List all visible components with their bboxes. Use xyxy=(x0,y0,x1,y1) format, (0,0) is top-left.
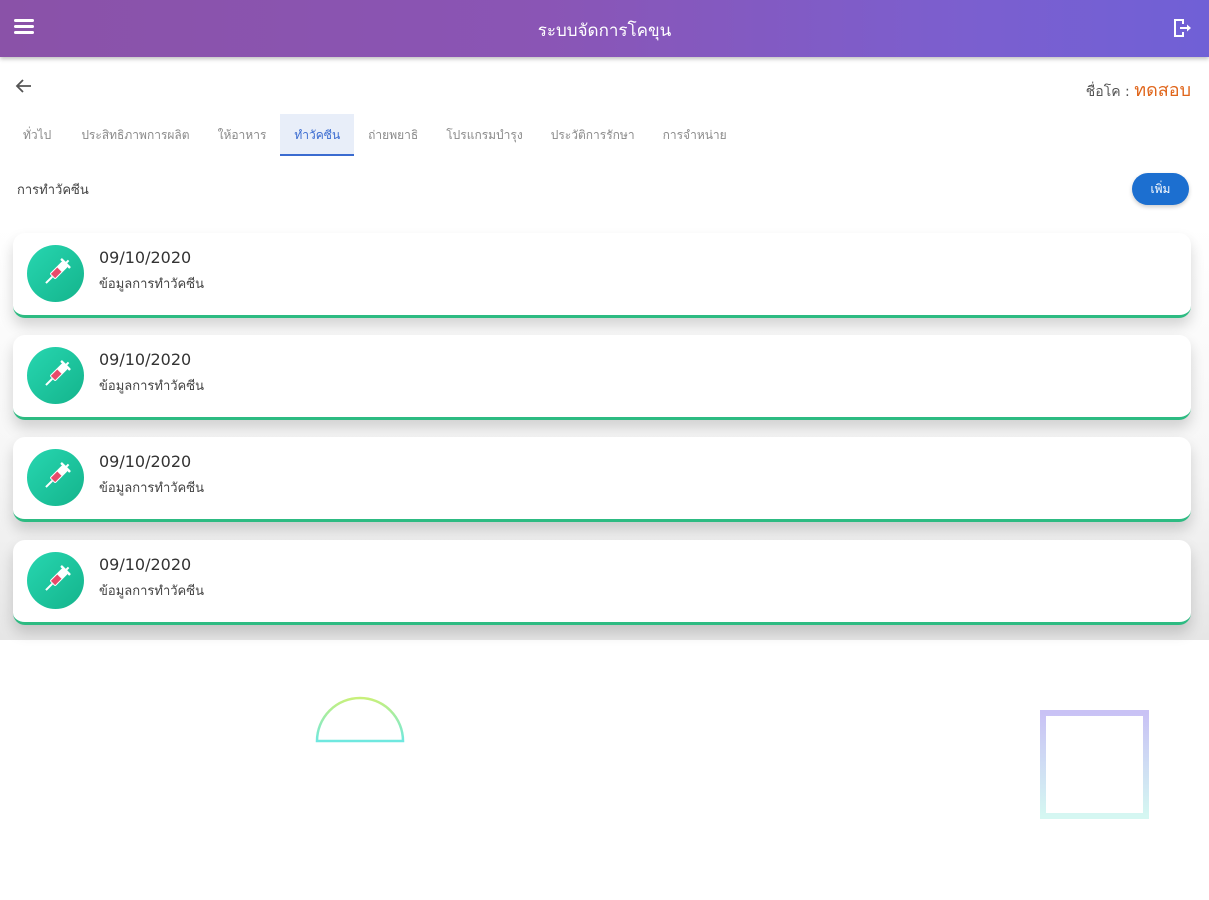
tab-bar: ทั่วไป ประสิทธิภาพการผลิต ให้อาหาร ทำวัค… xyxy=(0,114,741,156)
add-button[interactable]: เพิ่ม xyxy=(1132,173,1189,205)
record-description: ข้อมูลการทำวัคซีน xyxy=(99,277,204,292)
tab-feeding[interactable]: ให้อาหาร xyxy=(204,114,281,156)
logout-icon[interactable] xyxy=(1170,17,1192,39)
record-card[interactable]: 09/10/2020 ข้อมูลการทำวัคซีน xyxy=(13,335,1191,420)
syringe-icon xyxy=(27,552,84,609)
tab-supplement[interactable]: โปรแกรมบำรุง xyxy=(432,114,537,156)
record-card[interactable]: 09/10/2020 ข้อมูลการทำวัคซีน xyxy=(13,437,1191,522)
arrow-left-icon[interactable] xyxy=(13,76,35,96)
decorative-square-icon xyxy=(1040,710,1149,819)
record-description: ข้อมูลการทำวัคซีน xyxy=(99,379,204,394)
record-card[interactable]: 09/10/2020 ข้อมูลการทำวัคซีน xyxy=(13,233,1191,318)
app-title: ระบบจัดการโคขุน xyxy=(537,21,672,41)
syringe-icon xyxy=(27,245,84,302)
tab-production[interactable]: ประสิทธิภาพการผลิต xyxy=(67,114,203,156)
tab-treatment-history[interactable]: ประวัติการรักษา xyxy=(537,114,649,156)
record-description: ข้อมูลการทำวัคซีน xyxy=(99,481,204,496)
decorative-arc-icon xyxy=(315,696,405,743)
cow-name-label: ชื่อโค : xyxy=(1085,84,1130,100)
tab-disposal[interactable]: การจำหน่าย xyxy=(649,114,741,156)
tab-general[interactable]: ทั่วไป xyxy=(0,114,67,156)
record-date: 09/10/2020 xyxy=(99,350,192,369)
record-date: 09/10/2020 xyxy=(99,452,192,471)
cow-name-value: ทดสอบ xyxy=(1134,80,1191,101)
record-date: 09/10/2020 xyxy=(99,248,192,267)
record-date: 09/10/2020 xyxy=(99,555,192,574)
record-description: ข้อมูลการทำวัคซีน xyxy=(99,584,204,599)
tab-vaccination[interactable]: ทำวัคซีน xyxy=(280,114,355,156)
syringe-icon xyxy=(27,347,84,404)
tab-deworming[interactable]: ถ่ายพยาธิ xyxy=(354,114,432,156)
app-bar: ระบบจัดการโคขุน xyxy=(0,0,1209,57)
section-title: การทำวัคซีน xyxy=(17,183,89,198)
cow-name: ชื่อโค : ทดสอบ xyxy=(1086,75,1191,104)
syringe-icon xyxy=(27,449,84,506)
record-card[interactable]: 09/10/2020 ข้อมูลการทำวัคซีน xyxy=(13,540,1191,625)
